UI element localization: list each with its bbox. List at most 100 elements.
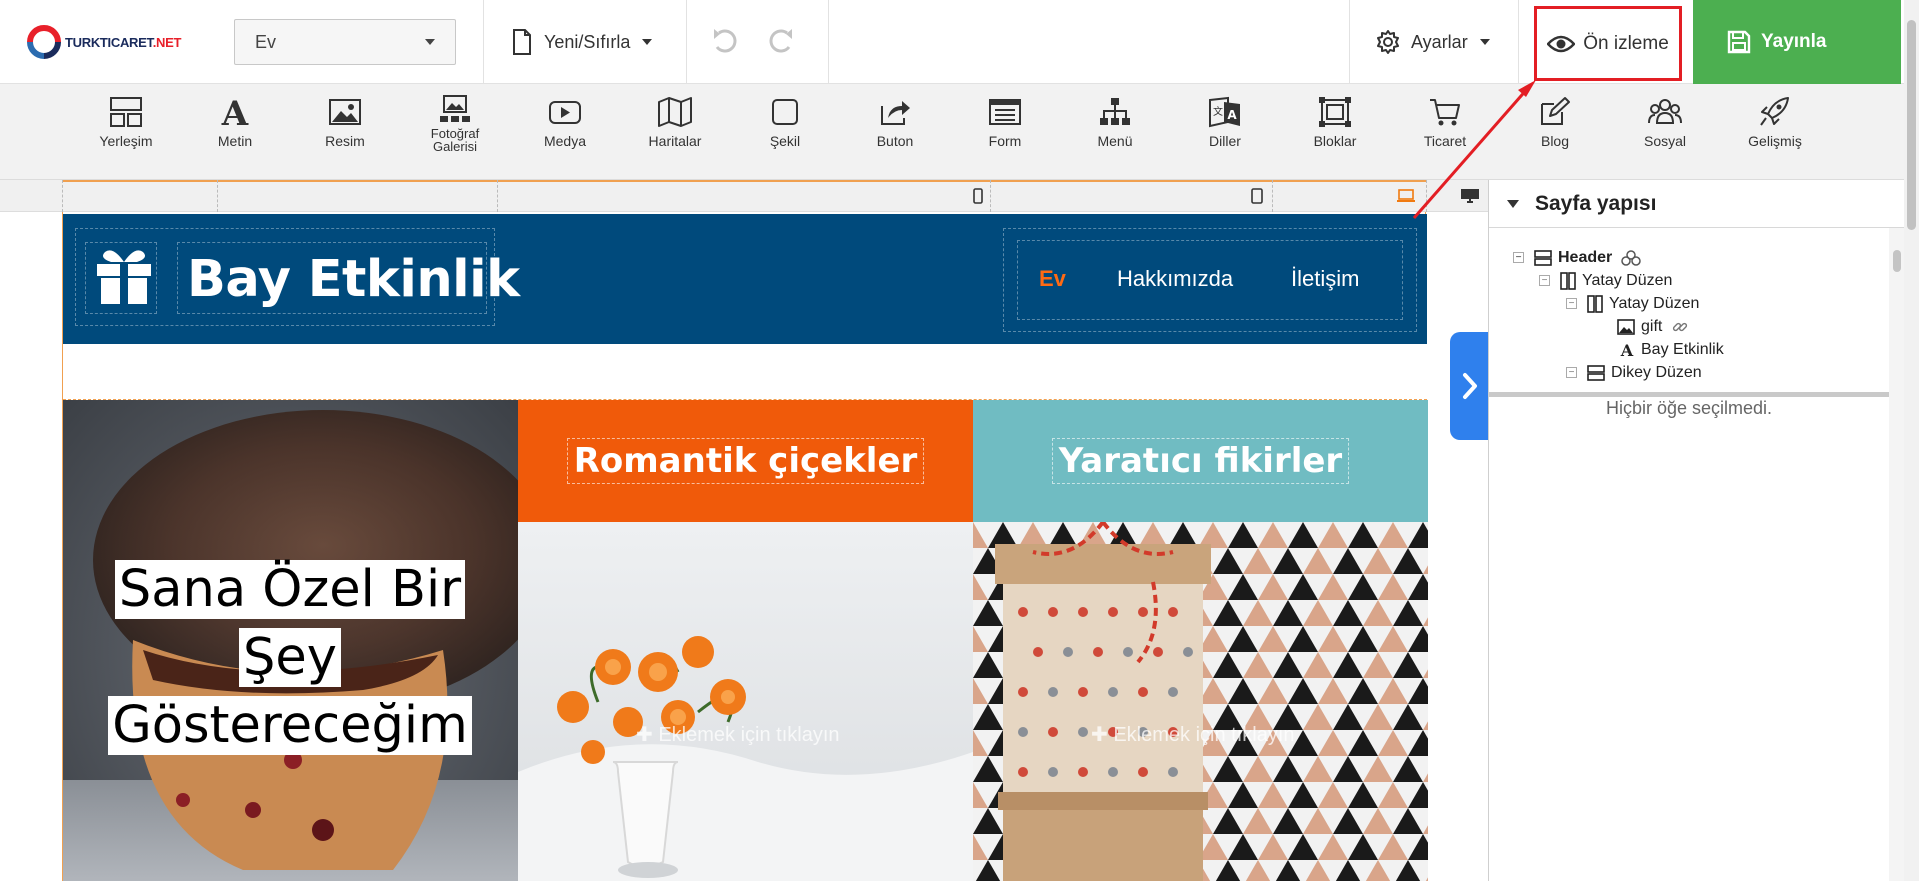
gallery-icon bbox=[440, 95, 470, 122]
layout-icon bbox=[110, 97, 142, 127]
logo[interactable]: TURKTICARET.NET bbox=[26, 24, 181, 60]
nav-contact[interactable]: İletişim bbox=[1291, 266, 1359, 292]
tree-item-row[interactable]: − Yatay Düzen bbox=[1539, 269, 1672, 292]
element-social[interactable]: Sosyal bbox=[1615, 96, 1715, 176]
gift-icon[interactable] bbox=[93, 246, 155, 306]
redo-icon[interactable] bbox=[768, 27, 794, 55]
video-icon bbox=[549, 101, 581, 124]
file-icon bbox=[513, 29, 531, 55]
flowers-column[interactable]: Romantik çiçekler ✚ Eklemek için tıklayı… bbox=[518, 400, 973, 881]
image-icon bbox=[329, 99, 361, 125]
panel-title: Sayfa yapısı bbox=[1535, 191, 1657, 215]
settings-label: Ayarlar bbox=[1411, 31, 1468, 52]
site-header[interactable]: Bay Etkinlik Ev Hakkımızda İletişim bbox=[63, 214, 1427, 344]
preview-label: Ön izleme bbox=[1583, 32, 1669, 54]
image-icon bbox=[1617, 318, 1635, 335]
element-form[interactable]: Form bbox=[955, 96, 1055, 176]
collapse-toggle[interactable]: − bbox=[1566, 367, 1577, 378]
ideas-title[interactable]: Yaratıcı fikirler bbox=[1051, 438, 1350, 484]
mobile-icon[interactable] bbox=[973, 188, 983, 204]
add-element-hint[interactable]: ✚ Eklemek için tıklayın bbox=[636, 722, 840, 747]
laptop-icon[interactable] bbox=[1396, 188, 1416, 204]
hero-column[interactable]: Sana Özel Bir Şey Göstereceğim bbox=[63, 400, 518, 881]
element-commerce[interactable]: Ticaret bbox=[1395, 96, 1495, 176]
no-selection-text: Hiçbir öğe seçilmedi. bbox=[1605, 398, 1773, 418]
blocks-icon bbox=[1319, 97, 1351, 127]
undo-redo-group bbox=[712, 27, 794, 55]
panel-scrollbar[interactable] bbox=[1889, 228, 1905, 881]
caret-down-icon bbox=[1479, 39, 1490, 45]
collapse-toggle[interactable]: − bbox=[1566, 298, 1577, 309]
publish-button[interactable]: Yayınla bbox=[1693, 0, 1901, 84]
element-button[interactable]: Buton bbox=[845, 96, 945, 176]
columns-icon bbox=[1587, 294, 1603, 313]
flowers-photo bbox=[518, 522, 973, 881]
tree-item-gift[interactable]: gift bbox=[1617, 315, 1694, 338]
divider bbox=[483, 0, 484, 84]
element-maps[interactable]: Haritalar bbox=[625, 96, 725, 176]
map-icon bbox=[658, 97, 692, 127]
svg-text:文: 文 bbox=[1213, 105, 1223, 118]
device-ruler bbox=[0, 180, 1488, 212]
ideas-header[interactable]: Yaratıcı fikirler bbox=[973, 400, 1428, 522]
caret-down-icon bbox=[642, 39, 653, 45]
settings-button[interactable]: Ayarlar bbox=[1375, 0, 1490, 84]
sitemap-icon bbox=[1100, 98, 1130, 125]
users-icon bbox=[1648, 99, 1682, 124]
tablet-icon[interactable] bbox=[1251, 188, 1263, 204]
chevron-right-icon bbox=[1463, 373, 1477, 399]
flowers-header[interactable]: Romantik çiçekler bbox=[518, 400, 973, 522]
new-reset-button[interactable]: Yeni/Sıfırla bbox=[512, 0, 653, 84]
logo-text: TURKTICARET.NET bbox=[65, 34, 182, 50]
editor-canvas[interactable]: Bay Etkinlik Ev Hakkımızda İletişim Sana… bbox=[0, 212, 1488, 881]
element-menu[interactable]: Menü bbox=[1065, 96, 1165, 176]
element-gallery[interactable]: Fotoğraf Galerisi bbox=[405, 94, 505, 174]
element-blocks[interactable]: Bloklar bbox=[1285, 96, 1385, 176]
nav-about[interactable]: Hakkımızda bbox=[1117, 266, 1233, 292]
element-layout[interactable]: Yerleşim bbox=[76, 96, 176, 176]
tree-item-header[interactable]: − Header bbox=[1513, 246, 1648, 269]
element-media[interactable]: Medya bbox=[515, 96, 615, 176]
element-blog[interactable]: Blog bbox=[1505, 96, 1605, 176]
text-icon: A bbox=[1620, 342, 1634, 358]
svg-text:A: A bbox=[1620, 342, 1634, 358]
top-bar: TURKTICARET.NET Ev Yeni/Sıfırla Ayarlar … bbox=[0, 0, 1919, 84]
hero-heading[interactable]: Sana Özel Bir Şey Göstereceğim bbox=[105, 556, 475, 760]
page-select[interactable]: Ev bbox=[234, 19, 456, 65]
element-toolbar: Yerleşim A Metin Resim Fotoğraf Galerisi… bbox=[0, 84, 1904, 180]
svg-text:A: A bbox=[1227, 108, 1237, 122]
rows-icon bbox=[1587, 364, 1605, 381]
gift-box-photo bbox=[973, 522, 1428, 881]
publish-label: Yayınla bbox=[1761, 31, 1827, 52]
form-icon bbox=[989, 99, 1021, 125]
panel-header[interactable]: Sayfa yapısı bbox=[1489, 180, 1905, 228]
preview-button[interactable]: Ön izleme bbox=[1534, 6, 1682, 81]
desktop-icon[interactable] bbox=[1460, 188, 1480, 204]
share-icon bbox=[881, 101, 910, 125]
svg-text:A: A bbox=[221, 96, 249, 128]
panel-toggle-button[interactable] bbox=[1450, 332, 1490, 440]
ideas-column[interactable]: Yaratıcı fikirler ✚ Eklemek için tıklayı… bbox=[973, 400, 1428, 881]
tree-item-vertical[interactable]: − Dikey Düzen bbox=[1566, 361, 1702, 384]
collapse-icon[interactable] bbox=[1507, 199, 1519, 208]
collapse-toggle[interactable]: − bbox=[1513, 252, 1524, 263]
element-shape[interactable]: Şekil bbox=[735, 96, 835, 176]
tree-item-row[interactable]: − Yatay Düzen bbox=[1566, 292, 1699, 315]
gear-icon bbox=[1377, 30, 1399, 54]
panel-resize-handle[interactable] bbox=[1489, 392, 1889, 397]
element-text[interactable]: A Metin bbox=[185, 96, 285, 176]
element-image[interactable]: Resim bbox=[295, 96, 395, 176]
element-languages[interactable]: A文 Diller bbox=[1175, 96, 1275, 176]
site-title[interactable]: Bay Etkinlik bbox=[187, 250, 520, 309]
nav-home[interactable]: Ev bbox=[1039, 266, 1066, 292]
undo-icon[interactable] bbox=[712, 27, 738, 55]
tree-item-title[interactable]: A Bay Etkinlik bbox=[1619, 338, 1724, 361]
cart-icon bbox=[1430, 99, 1460, 126]
page-scrollbar[interactable] bbox=[1904, 0, 1919, 881]
element-advanced[interactable]: Gelişmiş bbox=[1725, 96, 1825, 176]
edit-icon bbox=[1541, 97, 1570, 125]
collapse-toggle[interactable]: − bbox=[1539, 275, 1550, 286]
rows-icon bbox=[1534, 249, 1552, 266]
flowers-title[interactable]: Romantik çiçekler bbox=[566, 438, 925, 484]
add-element-hint[interactable]: ✚ Eklemek için tıklayın bbox=[1091, 722, 1295, 747]
